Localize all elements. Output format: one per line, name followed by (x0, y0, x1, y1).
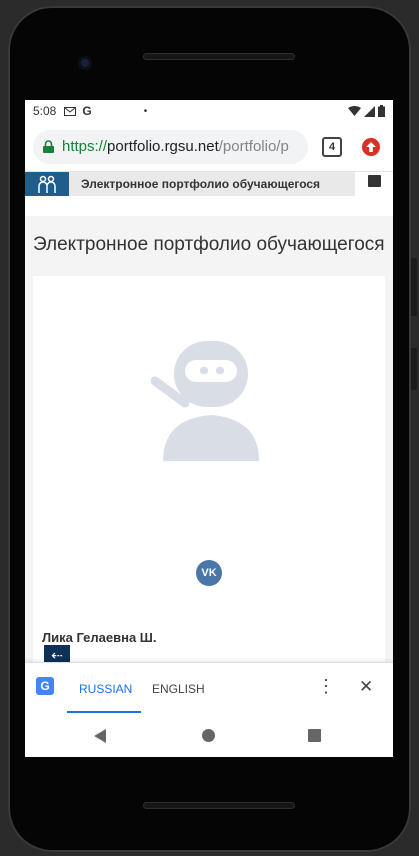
update-button[interactable] (362, 137, 380, 156)
nav-home-icon[interactable] (202, 729, 215, 742)
tab-russian[interactable]: RUSSIAN (79, 682, 132, 696)
site-header: Электронное портфолио обучающегося (25, 172, 393, 216)
site-logo[interactable] (25, 172, 69, 196)
power-button (411, 258, 417, 316)
front-camera (78, 56, 92, 70)
url-path: /portfolio/p (218, 138, 289, 155)
url-host: portfolio.rgsu.net (107, 138, 219, 155)
top-speaker (143, 53, 295, 60)
status-time: 5:08 (33, 104, 57, 118)
wifi-icon (348, 106, 361, 116)
people-icon (38, 175, 56, 193)
avatar-placeholder-icon (151, 341, 259, 461)
gmail-icon (64, 106, 77, 116)
android-nav-bar (25, 714, 393, 757)
more-options-icon[interactable]: ⋮ (317, 677, 335, 695)
volume-button (411, 348, 417, 390)
close-icon[interactable]: ✕ (359, 677, 373, 697)
bottom-speaker (143, 802, 295, 809)
nav-back-icon[interactable] (94, 729, 106, 743)
phone-screen: 5:08 G • https://portfolio.rgsu.net /por… (25, 100, 393, 757)
vk-icon[interactable]: VK (196, 560, 222, 586)
lock-icon (43, 140, 54, 153)
url-scheme: https:// (62, 138, 108, 155)
browser-toolbar: https://portfolio.rgsu.net/portfolio/p 4 (25, 122, 393, 172)
google-icon: G (82, 104, 92, 118)
header-title: Электронное портфолио обучающегося (69, 172, 355, 196)
page-title: Электронное портфолио обучающегося (33, 234, 385, 255)
profile-card: VK Лика Гелаевна Ш. ⇠ (33, 276, 385, 676)
status-bar: 5:08 G • (25, 100, 393, 122)
url-bar[interactable]: https://portfolio.rgsu.net/portfolio/p (33, 129, 308, 164)
google-translate-icon: G (36, 677, 54, 695)
nav-recents-icon[interactable] (308, 729, 321, 742)
tab-english[interactable]: ENGLISH (152, 682, 205, 696)
tab-switcher-button[interactable]: 4 (322, 136, 342, 157)
calendar-icon[interactable] (368, 175, 381, 187)
notification-dot: • (143, 105, 148, 117)
translate-bar: G RUSSIAN ENGLISH ⋮ ✕ (25, 662, 393, 715)
battery-icon (378, 105, 385, 117)
arrow-up-icon (366, 141, 376, 152)
signal-icon (364, 105, 375, 117)
user-name: Лика Гелаевна Ш. (42, 630, 157, 645)
selected-tab-indicator (67, 711, 141, 713)
